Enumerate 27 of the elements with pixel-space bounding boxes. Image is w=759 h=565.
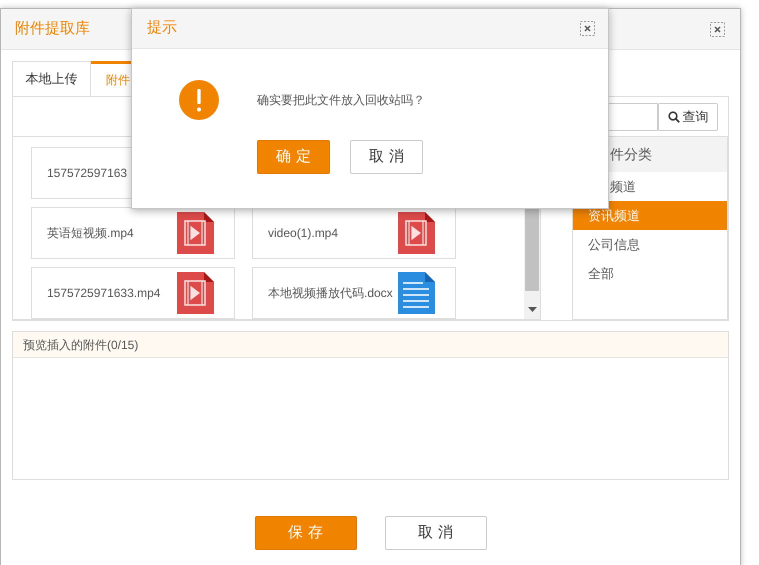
category-item[interactable]: 全部: [573, 259, 727, 288]
cancel-button[interactable]: 取消: [350, 140, 423, 174]
cancel-button[interactable]: 取消: [384, 516, 486, 550]
file-card[interactable]: 本地视频播放代码.docx: [252, 267, 456, 319]
search-button[interactable]: 查询: [658, 102, 718, 130]
window-title: 附件提取库: [15, 18, 90, 39]
search-icon: [668, 110, 680, 122]
scroll-down-icon[interactable]: [528, 307, 537, 313]
file-name: 英语短视频.mp4: [47, 225, 134, 242]
warning-icon: [179, 80, 219, 120]
close-icon[interactable]: [710, 22, 725, 36]
file-name: 本地视频播放代码.docx: [268, 285, 393, 302]
file-name: 1575725971633.mp4: [47, 285, 160, 302]
dialog-title: 提示: [147, 18, 177, 38]
category-item[interactable]: 公司信息: [573, 230, 727, 259]
message-text: 确实要把此文件放入回收站吗？: [257, 92, 425, 109]
panel-title: 件分类: [610, 145, 652, 164]
file-name: 157572597163: [47, 165, 128, 182]
file-card[interactable]: 1575725971633.mp4: [31, 267, 235, 319]
video-file-icon: [177, 272, 214, 314]
video-file-icon: [398, 212, 435, 254]
document-file-icon: [398, 272, 435, 314]
close-icon[interactable]: [580, 21, 595, 36]
file-name: video(1).mp4: [268, 225, 338, 242]
video-file-icon: [177, 212, 214, 254]
panel-title: 预览插入的附件(0/15): [23, 336, 138, 354]
tab[interactable]: 本地上传: [12, 61, 91, 96]
